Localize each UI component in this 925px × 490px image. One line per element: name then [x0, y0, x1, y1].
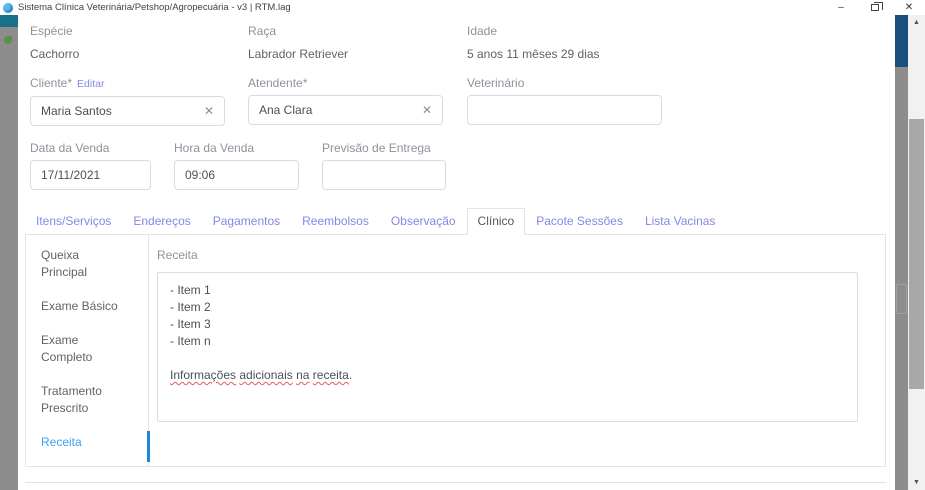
especie-value: Cachorro — [30, 47, 80, 61]
background-teal-block — [0, 15, 18, 27]
cliente-input-wrap: ✕ — [30, 96, 248, 126]
dimmed-background-left — [0, 15, 18, 490]
scroll-down-icon[interactable]: ▼ — [908, 475, 925, 490]
clinico-panel: Queixa Principal Exame Básico Exame Comp… — [25, 234, 886, 467]
data-venda-input[interactable] — [30, 160, 151, 190]
cliente-clear-icon[interactable]: ✕ — [204, 104, 214, 118]
subnav-exame-completo[interactable]: Exame Completo — [41, 332, 127, 366]
hora-venda-field: Hora da Venda — [174, 141, 299, 190]
hora-venda-input[interactable] — [174, 160, 299, 190]
background-navy-block — [895, 15, 908, 67]
hora-venda-label: Hora da Venda — [174, 141, 255, 155]
bottom-divider — [25, 482, 886, 483]
raca-label: Raça — [248, 24, 277, 38]
receita-line: - Item 1 — [170, 283, 211, 297]
scrollbar-thumb[interactable] — [909, 119, 924, 389]
atendente-input-wrap: ✕ — [248, 95, 467, 125]
atendente-input[interactable] — [248, 95, 443, 125]
dimmed-background-right: » — [895, 15, 908, 490]
tab-clinico[interactable]: Clínico — [466, 208, 526, 235]
receita-note: Informações adicionais na receita. — [170, 368, 353, 382]
sale-dialog: Espécie Cachorro Raça Labrador Retriever… — [18, 15, 895, 490]
tab-itens-servicos[interactable]: Itens/Serviços — [25, 209, 122, 234]
veterinario-input[interactable] — [467, 95, 662, 125]
tab-enderecos[interactable]: Endereços — [122, 209, 201, 234]
close-button[interactable]: ✕ — [899, 1, 919, 14]
subnav-queixa-principal[interactable]: Queixa Principal — [41, 247, 127, 281]
idade-label: Idade — [467, 24, 498, 38]
tab-lista-vacinas[interactable]: Lista Vacinas — [634, 209, 726, 234]
restore-icon — [871, 2, 883, 11]
vertical-scrollbar[interactable]: ▲ ▼ — [908, 15, 925, 490]
atendente-clear-icon[interactable]: ✕ — [422, 103, 432, 117]
subnav-active-indicator — [147, 431, 150, 462]
subnav-receita[interactable]: Receita — [41, 434, 127, 451]
subnav-exame-basico[interactable]: Exame Básico — [41, 298, 127, 315]
atendente-label: Atendente* — [248, 76, 308, 90]
minimize-button[interactable]: – — [831, 1, 851, 14]
data-venda-label: Data da Venda — [30, 141, 110, 155]
receita-line: - Item 2 — [170, 300, 211, 314]
window-title: Sistema Clínica Veterinária/Petshop/Agro… — [18, 2, 291, 13]
previsao-entrega-field: Previsão de Entrega — [322, 141, 446, 190]
restore-button[interactable] — [865, 1, 885, 14]
pet-info-row: Espécie Cachorro Raça Labrador Retriever… — [30, 24, 895, 61]
previsao-entrega-label: Previsão de Entrega — [322, 141, 431, 155]
veterinario-label: Veterinário — [467, 76, 525, 90]
tab-observacao[interactable]: Observação — [380, 209, 467, 234]
editar-link[interactable]: Editar — [77, 78, 104, 90]
receita-line: - Item n — [170, 334, 211, 348]
tab-bar: Itens/Serviços Endereços Pagamentos Reem… — [25, 208, 886, 235]
title-bar: Sistema Clínica Veterinária/Petshop/Agro… — [0, 0, 925, 15]
idade-field: Idade 5 anos 11 mêses 29 dias — [467, 24, 895, 61]
leaf-icon — [4, 36, 12, 44]
people-row: Cliente*Editar ✕ Atendente* ✕ Veterinár — [30, 76, 895, 126]
veterinario-field: Veterinário — [467, 76, 895, 126]
tab-pagamentos[interactable]: Pagamentos — [202, 209, 291, 234]
tab-pacote-sessoes[interactable]: Pacote Sessões — [525, 209, 634, 234]
data-venda-field: Data da Venda — [30, 141, 151, 190]
app-window: Sistema Clínica Veterinária/Petshop/Agro… — [0, 0, 925, 490]
subnav-tratamento-prescrito[interactable]: Tratamento Prescrito — [41, 383, 127, 417]
receita-section-label: Receita — [157, 248, 198, 262]
receita-line: - Item 3 — [170, 317, 211, 331]
tab-reembolsos[interactable]: Reembolsos — [291, 209, 380, 234]
receita-blank-line — [170, 350, 845, 367]
raca-field: Raça Labrador Retriever — [248, 24, 467, 61]
app-icon — [3, 2, 13, 13]
cliente-input[interactable] — [30, 96, 225, 126]
previsao-entrega-input[interactable] — [322, 160, 446, 190]
especie-field: Espécie Cachorro — [30, 24, 248, 61]
raca-value: Labrador Retriever — [248, 47, 349, 61]
scroll-up-icon[interactable]: ▲ — [908, 15, 925, 30]
idade-value: 5 anos 11 mêses 29 dias — [467, 47, 600, 61]
cliente-field: Cliente*Editar ✕ — [30, 76, 248, 126]
receita-textarea[interactable]: - Item 1 - Item 2 - Item 3 - Item n Info… — [157, 272, 858, 422]
receita-section: Receita - Item 1 - Item 2 - Item 3 - Ite… — [149, 235, 885, 466]
atendente-field: Atendente* ✕ — [248, 76, 467, 126]
date-row: Data da Venda Hora da Venda Previsão de … — [30, 141, 895, 190]
especie-label: Espécie — [30, 24, 73, 38]
clinico-subnav: Queixa Principal Exame Básico Exame Comp… — [26, 235, 150, 466]
dimmed-button: » — [896, 284, 907, 314]
veterinario-input-wrap — [467, 95, 895, 125]
window-controls: – ✕ — [831, 1, 925, 14]
cliente-label: Cliente* Editar — [30, 76, 105, 90]
